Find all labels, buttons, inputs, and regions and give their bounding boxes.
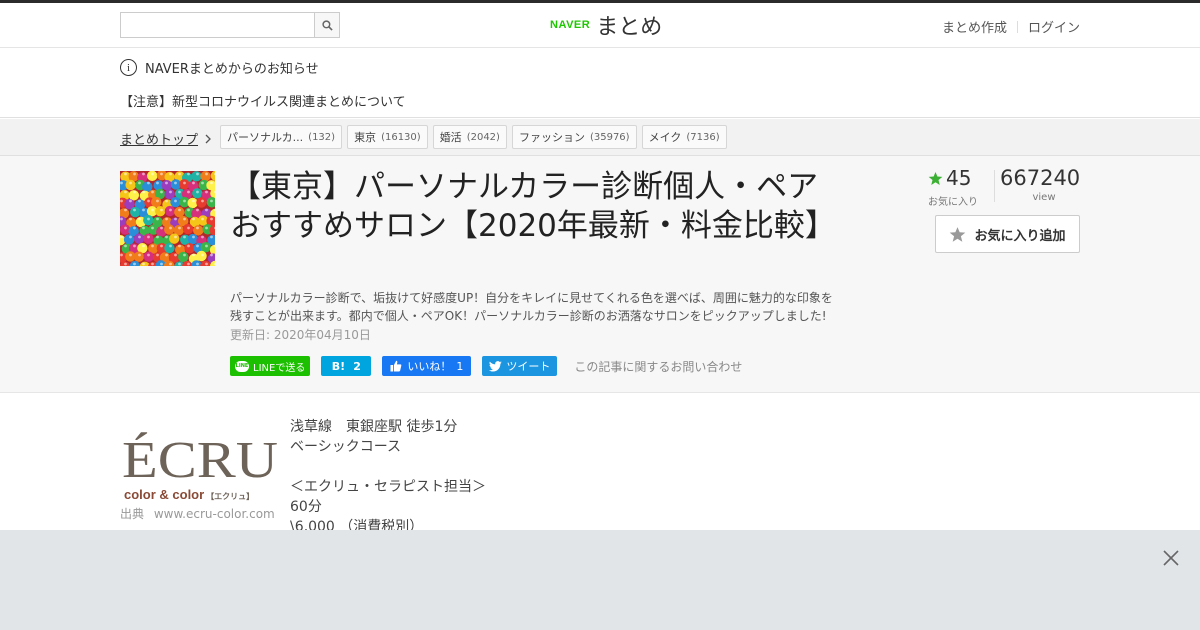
tweet-label: ツイート (506, 360, 551, 373)
tag-label: パーソナルカ... (227, 131, 304, 144)
tag-count: (7136) (686, 131, 720, 143)
login-link[interactable]: ログイン (1028, 17, 1080, 36)
share-bar: LINE LINEで送る B! 2 いいね！ 1 ツイート この記事に関するお問… (230, 356, 742, 376)
ball-pit-image (120, 171, 215, 266)
article-updated-date: 更新日: 2020年04月10日 (230, 328, 371, 342)
close-icon[interactable] (1161, 548, 1181, 568)
search-box (120, 12, 340, 38)
source-caption: 出典 www.ecru-color.com (120, 505, 275, 522)
site-header: NAVER まとめ まとめ作成 ログイン (0, 3, 1200, 48)
tag-list: パーソナルカ... (132) 東京 (16130) 婚活 (2042) ファッション… (220, 125, 727, 149)
breadcrumb: まとめトップ パーソナルカ... (132) 東京 (16130) 婚活 (2042)… (0, 119, 1200, 156)
hatena-count: 2 (353, 359, 361, 373)
tag-label: 婚活 (439, 131, 462, 144)
article-header: 【東京】パーソナルカラー診断個人・ペアおすすめサロン【2020年最新・料金比較】… (0, 156, 1200, 393)
hatena-bookmark-button[interactable]: B! 2 (321, 356, 372, 376)
tag-personal-color[interactable]: パーソナルカ... (132) (220, 125, 343, 149)
search-icon (321, 19, 333, 31)
tag-label: ファッション (518, 131, 585, 144)
tag-count: (132) (308, 131, 336, 143)
favorite-count: 45 (928, 166, 971, 190)
line-share-button[interactable]: LINE LINEで送る (230, 356, 311, 376)
line-share-label: LINEで送る (253, 362, 306, 374)
text-line: ＜エクリュ・セラピスト担当＞ (290, 479, 486, 495)
view-label: view (1032, 192, 1056, 203)
article-description: パーソナルカラー診断で、垢抜けて好感度UP！自分をキレイに見せてくれる色を選べば… (230, 291, 833, 323)
ad-overlay-banner (0, 530, 1200, 630)
add-favorite-button[interactable]: お気に入り追加 (935, 215, 1080, 253)
contact-link[interactable]: この記事に関するお問い合わせ (574, 358, 742, 375)
line-icon: LINE (235, 360, 249, 372)
twitter-bird-icon (489, 360, 503, 371)
star-icon (928, 171, 943, 185)
breadcrumb-top-link[interactable]: まとめトップ (120, 129, 212, 148)
star-icon (950, 226, 966, 242)
favorite-label: お気に入り (928, 197, 978, 208)
notice-link[interactable]: 【注意】新型コロナウイルス関連まとめについて (120, 91, 406, 110)
site-logo[interactable]: NAVER まとめ (550, 12, 663, 40)
add-favorite-label: お気に入り追加 (974, 228, 1066, 244)
search-input[interactable] (121, 13, 315, 37)
tweet-button[interactable]: ツイート (482, 356, 558, 376)
notice-area: i NAVERまとめからのお知らせ 【注意】新型コロナウイルス関連まとめについて (0, 49, 1200, 118)
ecru-logo-subtext: color & color 【エクリュ】 (124, 487, 254, 501)
article-title: 【東京】パーソナルカラー診断個人・ペアおすすめサロン【2020年最新・料金比較】 (230, 169, 836, 244)
view-count: 667240 (1000, 166, 1081, 190)
source-label: 出典 (120, 507, 145, 521)
tag-label: 東京 (354, 131, 377, 144)
ecru-logo-image[interactable]: ÉCRU color & color 【エクリュ】 (120, 411, 280, 502)
create-matome-link[interactable]: まとめ作成 (942, 17, 1007, 36)
facebook-like-button[interactable]: いいね！ 1 (382, 356, 472, 376)
divider (994, 170, 995, 202)
tag-label: メイク (648, 131, 682, 144)
article-thumbnail (120, 171, 215, 266)
search-button[interactable] (314, 13, 339, 37)
facebook-like-count: 1 (456, 359, 464, 373)
tag-count: (16130) (381, 131, 421, 143)
ecru-logo: ÉCRU color & color 【エクリュ】 (122, 431, 278, 502)
tag-fashion[interactable]: ファッション (35976) (511, 125, 637, 149)
logo-name: まとめ (596, 15, 663, 40)
article-stats: 45 お気に入り 667240 view (920, 166, 1081, 208)
info-icon: i (120, 59, 137, 76)
chevron-right-icon (205, 134, 211, 143)
notice-heading: i NAVERまとめからのお知らせ (120, 58, 319, 77)
ecru-logo-text: ÉCRU (122, 431, 278, 489)
hatena-icon: B! (331, 359, 346, 373)
favorite-count-value: 45 (946, 166, 972, 190)
tag-count: (2042) (466, 131, 500, 143)
tag-count: (35976) (589, 131, 630, 143)
divider (1016, 20, 1018, 33)
tag-konkatsu[interactable]: 婚活 (2042) (432, 125, 507, 149)
text-line: 浅草線 東銀座駅 徒歩1分 (290, 419, 458, 435)
text-line (290, 457, 486, 477)
text-line: ベーシックコース (290, 439, 402, 455)
content-text: 浅草線 東銀座駅 徒歩1分 ベーシックコース ＜エクリュ・セラピスト担当＞ 60… (290, 417, 486, 537)
text-line: 60分 (290, 499, 322, 515)
notice-heading-text: NAVERまとめからのお知らせ (145, 62, 319, 77)
logo-brand: NAVER (550, 19, 591, 31)
header-links: まとめ作成 ログイン (942, 17, 1080, 36)
breadcrumb-top-label: まとめトップ (120, 133, 199, 148)
source-link[interactable]: www.ecru-color.com (154, 507, 275, 521)
thumbs-up-icon (390, 360, 402, 372)
facebook-like-label: いいね！ (407, 360, 452, 373)
tag-makeup[interactable]: メイク (7136) (641, 125, 727, 149)
tag-tokyo[interactable]: 東京 (16130) (347, 125, 428, 149)
